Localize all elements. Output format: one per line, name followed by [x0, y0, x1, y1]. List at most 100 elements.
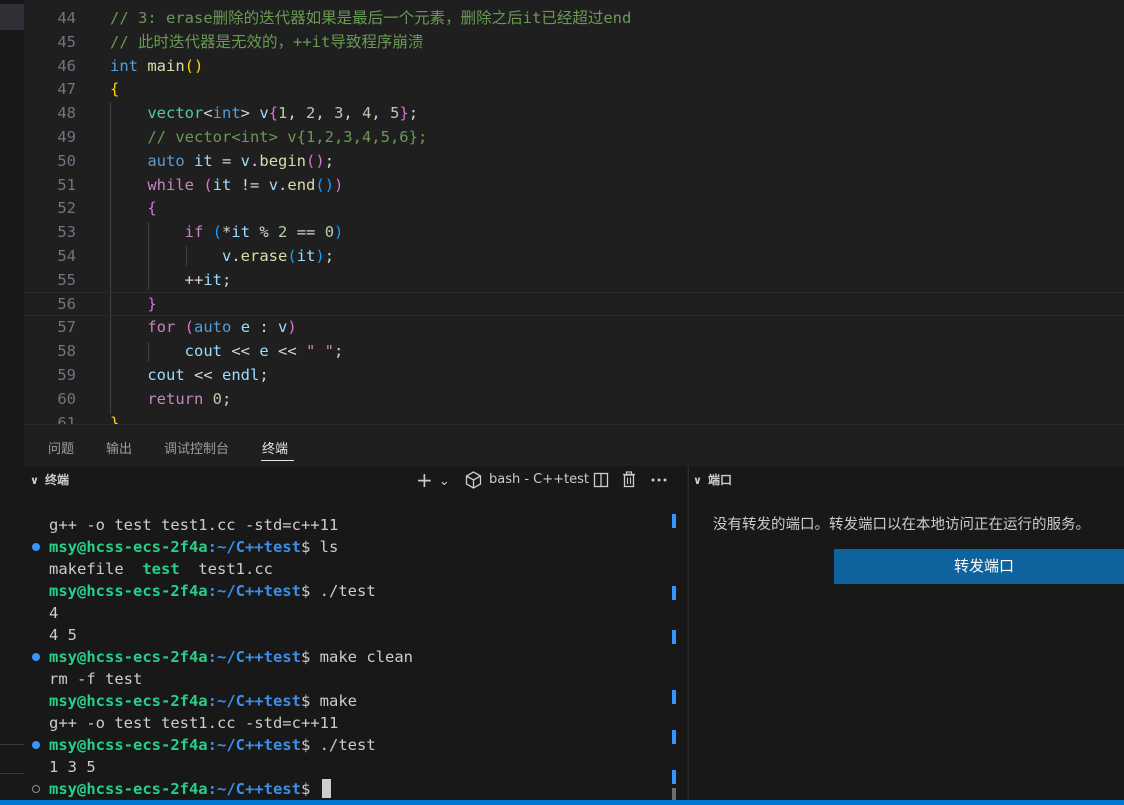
code-text: auto it = v.begin(); — [110, 149, 334, 173]
code-text: for (auto e : v) — [110, 315, 297, 339]
code-line[interactable]: 52 { — [24, 196, 1124, 220]
code-token: , — [315, 104, 335, 123]
prompt-separator: : — [207, 582, 217, 600]
tab-terminal[interactable]: 终端 — [262, 438, 288, 457]
more-actions-icon[interactable] — [651, 478, 667, 482]
chevron-down-icon[interactable]: ∨ — [30, 474, 39, 487]
code-line[interactable]: 55 ++it; — [24, 268, 1124, 292]
terminal-pane[interactable]: ∨ 终端 + ⌄ bash - C++test g++ -o test test1… — [24, 466, 687, 802]
code-token: << — [184, 366, 222, 384]
code-token: 2 — [306, 104, 316, 123]
command-decoration-icon[interactable] — [32, 785, 40, 793]
code-line[interactable]: 49 // vector<int> v{1,2,3,4,5,6}; — [24, 125, 1124, 149]
tab-output[interactable]: 输出 — [106, 438, 132, 457]
code-line[interactable]: 53 if (*it % 2 == 0) — [24, 220, 1124, 244]
code-token: } — [147, 294, 157, 313]
command-decoration-icon[interactable] — [32, 741, 40, 749]
terminal-toolbar: + ⌄ — [416, 466, 450, 494]
activity-selected[interactable] — [0, 4, 24, 30]
code-line[interactable]: 45 // 此时迭代器是无效的，++it导致程序崩溃 — [24, 30, 1124, 54]
scroll-marker — [672, 770, 676, 784]
trash-icon[interactable] — [621, 471, 637, 488]
code-token: ++ — [184, 270, 204, 289]
tab-problems[interactable]: 问题 — [48, 438, 74, 457]
code-token: ) — [334, 223, 344, 242]
split-terminal-icon[interactable] — [593, 472, 609, 488]
terminal-output-line: 1 3 5 — [49, 758, 96, 776]
code-line[interactable]: 61} — [24, 411, 1124, 424]
code-token: : — [250, 318, 279, 337]
code-line[interactable]: 56 } — [24, 292, 1124, 316]
code-line[interactable]: 60 return 0; — [24, 387, 1124, 411]
line-number: 52 — [57, 199, 76, 218]
terminal-prompt-line: msy@hcss-ecs-2f4a:~/C++test$ make clean — [49, 646, 413, 668]
terminal-header[interactable]: ∨ 终端 — [30, 466, 69, 494]
code-line[interactable]: 54 v.erase(it); — [24, 244, 1124, 268]
code-token: cout — [147, 366, 185, 384]
command-decoration-icon[interactable] — [32, 653, 40, 661]
line-number: 61 — [57, 413, 76, 424]
terminal-scrollbar[interactable] — [669, 514, 677, 802]
terminal-output-line: g++ -o test test1.cc -std=c++11 — [49, 516, 339, 534]
chevron-down-icon[interactable]: ⌄ — [439, 474, 450, 489]
code-token: int — [110, 56, 138, 75]
code-line[interactable]: 50 auto it = v.begin(); — [24, 149, 1124, 173]
code-text: // 3: erase删除的迭代器如果是最后一个元素，删除之后it已经超过end — [110, 6, 631, 30]
terminal-command: make clean — [310, 648, 413, 666]
code-token: it — [194, 151, 213, 170]
activity-divider — [0, 744, 24, 745]
code-text: vector<int> v{1, 2, 3, 4, 5}; — [110, 101, 418, 125]
code-token: ; — [259, 366, 269, 384]
code-line[interactable]: 46 int main() — [24, 54, 1124, 78]
line-number: 54 — [57, 247, 76, 265]
terminal-command: ./test — [310, 736, 376, 754]
chevron-down-icon[interactable]: ∨ — [693, 474, 702, 487]
line-number: 50 — [57, 151, 76, 170]
code-token: // 此时迭代器是无效的，++it导致程序崩溃 — [110, 32, 424, 51]
code-token: v — [268, 175, 279, 194]
terminal-prompt-line: msy@hcss-ecs-2f4a:~/C++test$ ls — [49, 536, 338, 558]
code-token: begin — [259, 151, 307, 170]
code-token: v — [278, 318, 288, 337]
code-line[interactable]: 44 // 3: erase删除的迭代器如果是最后一个元素，删除之后it已经超过e… — [24, 6, 1124, 30]
prompt-symbol: $ — [300, 692, 311, 710]
terminal-output-line: rm -f test — [49, 670, 143, 688]
status-bar — [0, 800, 1124, 805]
code-line[interactable]: 51 while (it != v.end()) — [24, 173, 1124, 197]
code-token: ; — [222, 270, 232, 289]
terminal-cursor[interactable] — [321, 779, 331, 798]
code-text: while (it != v.end()) — [110, 173, 343, 197]
forward-port-button[interactable]: 转发端口 — [834, 549, 1124, 584]
code-line[interactable]: 59 cout << endl; — [24, 363, 1124, 387]
code-token: << — [268, 342, 306, 361]
code-token: v — [221, 247, 232, 265]
code-token: () — [306, 151, 325, 170]
code-line[interactable]: 48 vector<int> v{1, 2, 3, 4, 5}; — [24, 101, 1124, 125]
code-token: ) — [287, 318, 297, 337]
new-terminal-icon[interactable]: + — [416, 468, 433, 492]
code-token: for — [147, 318, 176, 337]
command-decoration-icon[interactable] — [32, 543, 40, 551]
code-line[interactable]: 58 cout << e << " "; — [24, 339, 1124, 363]
prompt-path: ~/C++test — [216, 648, 301, 666]
terminal-shell-label[interactable]: bash - C++test — [489, 466, 589, 494]
code-token: 2 — [278, 223, 288, 242]
ports-header[interactable]: ∨ 端口 — [693, 466, 732, 494]
scroll-marker — [672, 730, 676, 744]
code-token: v — [259, 104, 269, 123]
code-line[interactable]: 57 for (auto e : v) — [24, 315, 1124, 339]
code-token: ; — [408, 104, 419, 123]
tab-debug-console[interactable]: 调试控制台 — [164, 438, 229, 457]
code-token: main — [147, 56, 185, 75]
prompt-user: msy@hcss-ecs-2f4a — [49, 648, 208, 666]
code-editor[interactable]: 44 // 3: erase删除的迭代器如果是最后一个元素，删除之后it已经超过e… — [24, 0, 1124, 424]
code-token: . — [250, 151, 260, 170]
prompt-separator: : — [207, 692, 217, 710]
code-line[interactable]: 47 { — [24, 77, 1124, 101]
